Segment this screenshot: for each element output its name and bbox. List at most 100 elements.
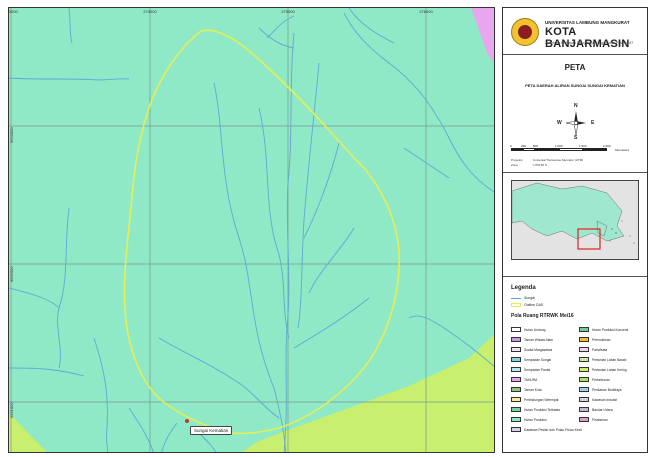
tick-left-2: 9652000 bbox=[9, 266, 14, 282]
map-canvas bbox=[9, 8, 494, 452]
zone-legend-item: Hutan Produksi Konversi bbox=[579, 327, 628, 332]
zone-legend-item: Kawasan Pesisir dan Pulau-Pulau Kecil bbox=[511, 427, 582, 432]
tick-left-3: 9651000 bbox=[9, 402, 14, 418]
scale-label: 1.500 bbox=[579, 144, 587, 148]
zone-label: Taman Kota bbox=[524, 387, 542, 392]
scale-bar: 0 250 500 1.000 1.500 2.000 Kilometers bbox=[510, 144, 633, 154]
zone-label: Hutan Produksi Terbatas bbox=[524, 407, 561, 412]
zone-legend-item: Perikanan Budidaya bbox=[579, 387, 622, 392]
zone-swatch-icon bbox=[579, 417, 589, 422]
river-main bbox=[283, 32, 295, 452]
compass-w: W bbox=[557, 120, 562, 126]
zone-swatch-icon bbox=[511, 347, 521, 352]
university-logo-icon bbox=[511, 18, 539, 46]
zone-legend-item: Hutan Produksi bbox=[511, 417, 547, 422]
zone-legend-item: Sempadan Pantai bbox=[511, 367, 550, 372]
river-tributary-9 bbox=[266, 15, 295, 39]
zone-legend-item: TAHURA bbox=[511, 377, 537, 382]
zone-swatch-icon bbox=[511, 407, 521, 412]
zone-legend-item: Pelabuhan bbox=[579, 417, 608, 422]
tick-top-3: 275000 bbox=[281, 9, 295, 14]
divider bbox=[503, 172, 647, 173]
projection-value: : Universal Transverse Mercator (UTM) bbox=[531, 158, 584, 162]
river-tributary-3 bbox=[297, 62, 320, 329]
zone-label: Hutan Lindung bbox=[524, 327, 546, 332]
zone-label: TAHURA bbox=[524, 377, 538, 382]
zone-value: : UTM 50 S bbox=[531, 163, 547, 167]
university-name: UNIVERSITAS LAMBUNG MANGKURAT bbox=[545, 20, 630, 25]
tick-left-1: 9653000 bbox=[9, 127, 14, 143]
compass-n: N bbox=[574, 103, 578, 109]
zone-legend-item: Perlindungan Setempat bbox=[511, 397, 558, 402]
river-south bbox=[161, 422, 178, 452]
legend-title: Legenda bbox=[511, 285, 536, 291]
zone-label: Permukiman bbox=[592, 337, 611, 342]
zone-legend-item: Bandar Udara bbox=[579, 407, 613, 412]
scale-label: 1.000 bbox=[555, 144, 563, 148]
zone-swatch-icon bbox=[579, 347, 589, 352]
river-tributary-2 bbox=[258, 107, 290, 339]
zone-swatch-icon bbox=[579, 407, 589, 412]
zone-label: Perikanan Budidaya bbox=[592, 387, 622, 392]
river-west-1 bbox=[9, 77, 130, 81]
zone-label: Sempadan Sungai bbox=[524, 357, 552, 362]
zone-legend-item: Hutan Lindung bbox=[511, 327, 545, 332]
outlet-point[interactable] bbox=[185, 419, 189, 423]
main-map[interactable]: 273000 274000 275000 276000 9653000 9652… bbox=[8, 7, 495, 453]
compass-s: S bbox=[574, 135, 578, 141]
location-inset-map[interactable] bbox=[511, 180, 639, 260]
zone-label: Kawasan Industri bbox=[592, 397, 618, 402]
tick-top-4: 276000 bbox=[419, 9, 433, 14]
zone-legend-item: Pariwisata bbox=[579, 347, 607, 352]
river-line-icon bbox=[511, 297, 521, 299]
zone-legend-item: Taman Wisata Alam bbox=[511, 337, 553, 342]
zone-label: Taman Wisata Alam bbox=[524, 337, 554, 342]
zone-swatch-icon bbox=[511, 327, 521, 332]
scale-label: 0 bbox=[510, 144, 512, 148]
scale-unit: Kilometers bbox=[615, 148, 630, 152]
agriculture-zone-left bbox=[9, 413, 47, 452]
zone-legend-item: Pertanian Lahan Kering bbox=[579, 367, 627, 372]
zone-swatch-icon bbox=[511, 367, 521, 372]
river-north-east bbox=[343, 12, 494, 193]
zone-label: Pelabuhan bbox=[592, 417, 608, 422]
zone-label: Hutan Produksi Konversi bbox=[592, 327, 629, 332]
zone-label: Suaka Margasatwa bbox=[524, 347, 553, 352]
zone-swatch-icon bbox=[579, 387, 589, 392]
city-name: KOTA BANJARMASIN bbox=[545, 26, 630, 50]
zone-label: Perlindungan Setempat bbox=[524, 397, 559, 402]
river-west-5 bbox=[9, 367, 85, 377]
zone-label: Hutan Produksi bbox=[524, 417, 547, 422]
zone-swatch-icon bbox=[511, 387, 521, 392]
river-tributary-6 bbox=[293, 297, 370, 349]
inset-map-canvas bbox=[512, 182, 635, 250]
north-arrow-icon: N S W E bbox=[557, 103, 594, 141]
agriculture-zone bbox=[242, 334, 494, 452]
river-callout-label: Sungai Kematian bbox=[190, 426, 233, 435]
zone-legend-item: Permukiman bbox=[579, 337, 611, 342]
scale-label: 500 bbox=[533, 144, 539, 148]
river-tributary-1 bbox=[213, 82, 287, 452]
watershed-boundary bbox=[123, 29, 400, 435]
institution-address: Jl. Brigjen H. Hasan Basry Kayu Tangi, K… bbox=[545, 41, 634, 45]
river-west-4 bbox=[93, 337, 109, 452]
river-west-2 bbox=[57, 207, 70, 369]
zone-label: Pariwisata bbox=[592, 347, 608, 352]
institution-header: UNIVERSITAS LAMBUNG MANGKURAT KOTA BANJA… bbox=[507, 14, 645, 50]
tick-top-1: 273000 bbox=[8, 9, 18, 14]
zone-label: Bandar Udara bbox=[592, 407, 613, 412]
zone-label: Kawasan Pesisir dan Pulau-Pulau Kecil bbox=[524, 427, 582, 432]
zone-swatch-icon bbox=[579, 377, 589, 382]
river-tributary-5 bbox=[308, 227, 355, 294]
compass-rose-icon bbox=[565, 111, 586, 136]
zone-swatch-icon bbox=[579, 337, 589, 342]
tick-top-2: 274000 bbox=[143, 9, 157, 14]
zone-legend-item: Taman Kota bbox=[511, 387, 542, 392]
zone-swatch-icon bbox=[511, 427, 521, 432]
zone-row: Zona : UTM 50 S bbox=[511, 163, 547, 167]
zone-swatch-icon bbox=[579, 327, 589, 332]
zone-swatch-icon bbox=[511, 417, 521, 422]
river-east-2 bbox=[403, 147, 450, 179]
legend-item-river: Sungai bbox=[511, 296, 535, 300]
tahura-zone bbox=[471, 8, 494, 64]
